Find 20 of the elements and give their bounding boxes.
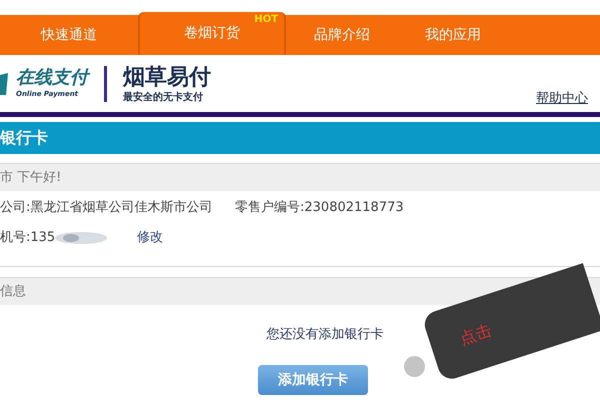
redacted-number-icon bbox=[55, 232, 108, 244]
nav-tab[interactable]: 快速通道 bbox=[0, 15, 138, 55]
help-link[interactable]: 帮助中心 bbox=[536, 88, 588, 108]
logo-text: 在线支付 bbox=[16, 68, 88, 88]
hot-label: HOT bbox=[254, 13, 278, 27]
pointer-dot-icon bbox=[404, 356, 425, 377]
nav-tab[interactable]: 品牌介绍 bbox=[286, 15, 398, 55]
brand-slogan: 最安全的无卡支付 bbox=[123, 92, 204, 104]
empty-message: 您还没有添加银行卡 bbox=[266, 326, 384, 344]
add-bank-card-button[interactable]: 添加银行卡 bbox=[258, 365, 368, 395]
greeting-text: 市 下午好! bbox=[0, 168, 62, 187]
edit-link[interactable]: 修改 bbox=[137, 228, 164, 248]
brand-title: 烟草易付 bbox=[123, 64, 211, 91]
nav-tab[interactable]: 我的应用 bbox=[398, 15, 508, 55]
annotation-text: 点击 bbox=[456, 319, 495, 350]
company-text: 公司:黑龙江省烟草公司佳木斯市公司 bbox=[0, 199, 214, 218]
section-label: 信息 bbox=[0, 282, 26, 301]
phone-text: 机号:135 bbox=[0, 229, 56, 248]
nav-tab[interactable]: 卷烟订货 HOT bbox=[138, 12, 286, 55]
retailer-id-text: 零售户编号:230802118773 bbox=[235, 199, 404, 218]
